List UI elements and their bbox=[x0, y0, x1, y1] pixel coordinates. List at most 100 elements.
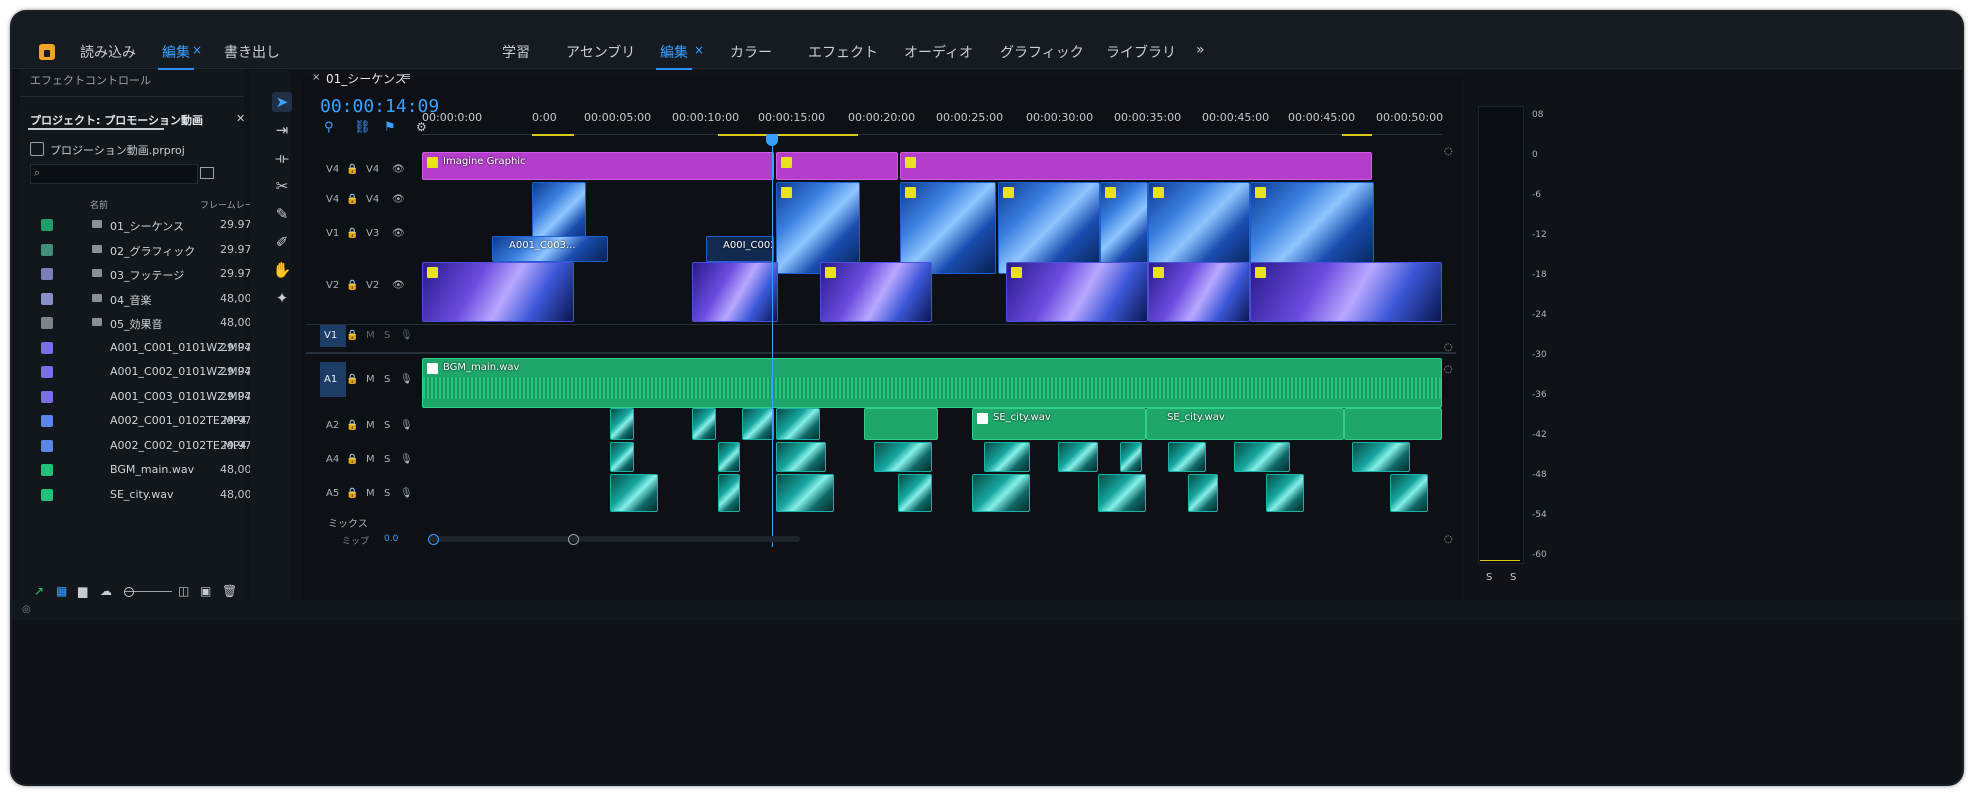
audio-clip[interactable] bbox=[898, 474, 932, 512]
video-clip[interactable] bbox=[776, 182, 860, 274]
sequence-menu-icon[interactable]: ≡ bbox=[402, 70, 411, 83]
audio-clip[interactable] bbox=[972, 474, 1030, 512]
track-label-video[interactable]: V1 bbox=[320, 324, 346, 347]
workspace-assembly[interactable]: アセンブリ bbox=[566, 42, 635, 62]
audio-clip[interactable] bbox=[718, 442, 740, 472]
graphic-clip[interactable]: Imagine Graphic bbox=[422, 152, 774, 180]
solo-left-button[interactable]: S bbox=[1486, 572, 1492, 583]
audio-clip[interactable] bbox=[864, 408, 938, 440]
sequence-tab[interactable]: 01_シーケンス bbox=[326, 70, 407, 87]
pen-tool-icon[interactable]: ✎ bbox=[272, 204, 292, 224]
mic-icon[interactable]: 🎙 bbox=[400, 420, 510, 431]
audio-clip[interactable] bbox=[1120, 442, 1142, 472]
audio-clip[interactable] bbox=[718, 474, 740, 512]
mic-icon[interactable]: 🎙 bbox=[400, 488, 510, 499]
project-panel-title[interactable]: プロジェクト: プロモーション動画 bbox=[30, 112, 203, 128]
video-clip[interactable] bbox=[1100, 182, 1148, 274]
workspace-effects[interactable]: エフェクト bbox=[808, 42, 878, 62]
video-clip[interactable]: A00I_C002... bbox=[706, 236, 774, 262]
scrollbar-right-handle[interactable] bbox=[568, 534, 579, 545]
solo-right-button[interactable]: S bbox=[1510, 572, 1516, 583]
eye-icon[interactable]: 👁 bbox=[392, 228, 502, 239]
playhead[interactable] bbox=[772, 137, 773, 547]
video-clip[interactable] bbox=[998, 182, 1100, 274]
close-icon[interactable]: ✕ bbox=[236, 112, 245, 125]
scroll-icon[interactable]: ◌ bbox=[1444, 534, 1453, 545]
search-input[interactable] bbox=[30, 164, 198, 184]
tab-edit-close-icon[interactable]: × bbox=[192, 43, 202, 57]
new-item-button-icon[interactable]: ▣ bbox=[200, 584, 211, 598]
sequence-close-icon[interactable]: × bbox=[312, 72, 320, 83]
tab-import[interactable]: 読み込み bbox=[80, 42, 136, 62]
audio-clip[interactable] bbox=[1352, 442, 1410, 472]
audio-clip[interactable] bbox=[874, 442, 932, 472]
selection-tool-icon[interactable]: ➤ bbox=[272, 92, 292, 112]
hand-tool-icon[interactable]: ✋ bbox=[272, 260, 292, 280]
audio-clip[interactable] bbox=[610, 408, 634, 440]
audio-clip[interactable] bbox=[1188, 474, 1218, 512]
workspace-edit[interactable]: 編集 bbox=[656, 42, 692, 70]
video-clip[interactable] bbox=[1250, 262, 1442, 322]
audio-clip[interactable] bbox=[610, 442, 634, 472]
folder-icon[interactable]: ▆ bbox=[78, 584, 87, 598]
audio-clip[interactable] bbox=[1098, 474, 1146, 512]
snap-icon[interactable]: ⚲ bbox=[324, 120, 334, 135]
scroll-icon[interactable]: ◌ bbox=[1444, 364, 1453, 375]
video-clip[interactable] bbox=[820, 262, 932, 322]
scroll-icon[interactable]: ◌ bbox=[1444, 146, 1453, 157]
home-icon[interactable] bbox=[39, 44, 55, 60]
graphic-clip[interactable] bbox=[776, 152, 898, 180]
tab-edit[interactable]: 編集 bbox=[158, 42, 194, 70]
audio-clip[interactable] bbox=[742, 408, 774, 440]
audio-clip[interactable] bbox=[776, 408, 820, 440]
video-clip[interactable] bbox=[1006, 262, 1148, 322]
audio-clip[interactable] bbox=[1234, 442, 1290, 472]
workspace-edit-close-icon[interactable]: × bbox=[694, 43, 704, 57]
audio-clip[interactable] bbox=[1344, 408, 1442, 440]
audio-clip[interactable] bbox=[1058, 442, 1098, 472]
video-clip[interactable] bbox=[1148, 262, 1250, 322]
scroll-icon[interactable]: ◌ bbox=[1444, 342, 1453, 353]
slip-tool-icon[interactable]: ✐ bbox=[272, 232, 292, 252]
workspace-more-icon[interactable]: » bbox=[1196, 42, 1205, 58]
list-view-icon[interactable]: ▦ bbox=[56, 584, 67, 598]
video-clip[interactable]: A001_C003... bbox=[492, 236, 608, 262]
audio-clip[interactable] bbox=[984, 442, 1030, 472]
audio-clip[interactable]: SE_city.wav bbox=[1146, 408, 1344, 440]
ripple-edit-tool-icon[interactable]: ⟛ bbox=[272, 148, 292, 168]
audio-clip[interactable] bbox=[1390, 474, 1428, 512]
video-clip[interactable] bbox=[1250, 182, 1374, 274]
effect-controls-title[interactable]: エフェクトコントロール bbox=[30, 72, 151, 88]
eye-icon[interactable]: 👁 bbox=[392, 194, 502, 205]
mic-icon[interactable]: 🎙 bbox=[400, 330, 510, 341]
audio-clip[interactable] bbox=[1168, 442, 1206, 472]
audio-clip[interactable] bbox=[1266, 474, 1304, 512]
horizontal-scrollbar[interactable] bbox=[428, 536, 800, 542]
new-bin-icon[interactable]: ◫ bbox=[178, 584, 189, 598]
new-item-icon[interactable]: ↗ bbox=[34, 584, 44, 598]
video-clip[interactable] bbox=[1148, 182, 1250, 274]
audio-clip[interactable]: BGM_main.wav bbox=[422, 358, 1442, 408]
cloud-icon[interactable]: ☁ bbox=[100, 584, 112, 598]
workspace-learn[interactable]: 学習 bbox=[502, 42, 530, 62]
video-clip[interactable] bbox=[900, 182, 996, 274]
audio-clip[interactable] bbox=[776, 474, 834, 512]
tab-export[interactable]: 書き出し bbox=[224, 42, 280, 62]
type-tool-icon[interactable]: ✦ bbox=[272, 288, 292, 308]
track-select-tool-icon[interactable]: ⇥ bbox=[272, 120, 292, 140]
trash-icon[interactable]: 🗑 bbox=[222, 584, 237, 598]
audio-clip[interactable] bbox=[610, 474, 658, 512]
workspace-color[interactable]: カラー bbox=[730, 42, 772, 62]
track-label-audio[interactable]: A1 bbox=[320, 362, 346, 397]
audio-clip[interactable] bbox=[776, 442, 826, 472]
audio-clip[interactable] bbox=[692, 408, 716, 440]
workspace-graphics[interactable]: グラフィック bbox=[1000, 42, 1084, 62]
playhead-handle[interactable] bbox=[766, 134, 778, 146]
zoom-slider-handle[interactable] bbox=[124, 587, 134, 597]
graphic-clip[interactable] bbox=[900, 152, 1372, 180]
bin-icon[interactable] bbox=[200, 167, 214, 179]
audio-clip[interactable]: SE_city.wav bbox=[972, 408, 1146, 440]
razor-tool-icon[interactable]: ✂ bbox=[272, 176, 292, 196]
video-clip[interactable] bbox=[692, 262, 778, 322]
workspace-libraries[interactable]: ライブラリ bbox=[1106, 42, 1176, 62]
